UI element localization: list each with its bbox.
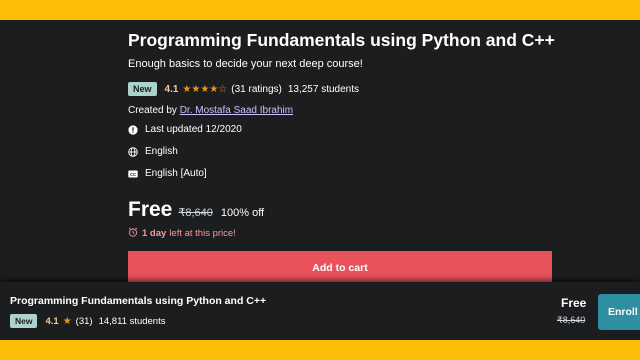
sticky-rating-row: New 4.1 ★ (31) 14,811 students: [10, 314, 165, 328]
sticky-purchase-bar: Programming Fundamentals using Python an…: [0, 282, 640, 340]
star-icon: ★: [200, 83, 210, 95]
rating-value: 4.1: [164, 83, 179, 95]
language-text: English: [145, 146, 178, 157]
original-price: ₹8,640: [178, 207, 213, 219]
price-row: Free ₹8,640 100% off: [128, 198, 264, 222]
star-icon: ★: [62, 315, 72, 327]
instructor-link[interactable]: Dr. Mostafa Saad Ibrahim: [180, 105, 293, 116]
captions-text: English [Auto]: [145, 168, 207, 179]
sticky-ratings-count: (31): [75, 315, 93, 327]
last-updated-row: Last updated 12/2020: [128, 124, 242, 135]
star-outline-icon: ☆: [218, 83, 228, 95]
sticky-original-price: ₹8,640: [557, 315, 586, 325]
star-icon: ★: [209, 83, 219, 95]
discount-percent: 100% off: [220, 207, 265, 219]
sticky-current-price: Free: [561, 296, 587, 310]
sticky-new-badge: New: [10, 314, 38, 328]
course-subtitle: Enough basics to decide your next deep c…: [128, 58, 363, 70]
created-by-label: Created by: [128, 105, 177, 116]
sticky-student-count: 14,811 students: [98, 315, 166, 327]
rating-row: New 4.1 ★★★★☆ (31 ratings) 13,257 studen…: [128, 82, 359, 96]
alarm-clock-icon: [128, 227, 138, 240]
new-badge: New: [128, 82, 157, 96]
deadline-text: left at this price!: [169, 228, 236, 239]
current-price: Free: [128, 198, 173, 221]
captions-row: CC English [Auto]: [128, 168, 207, 179]
course-title: Programming Fundamentals using Python an…: [128, 30, 555, 50]
price-deadline: 1 day left at this price!: [128, 227, 236, 240]
star-icon: ★: [191, 83, 201, 95]
sticky-rating-value: 4.1: [45, 315, 59, 327]
alert-circle-icon: [128, 124, 138, 135]
language-row: English: [128, 146, 178, 157]
created-by: Created by Dr. Mostafa Saad Ibrahim: [128, 105, 293, 116]
course-landing-screen: Programming Fundamentals using Python an…: [0, 20, 640, 340]
svg-text:CC: CC: [130, 171, 136, 176]
last-updated-text: Last updated 12/2020: [145, 124, 242, 135]
deadline-time: 1 day: [142, 228, 167, 239]
closed-captions-icon: CC: [128, 169, 138, 179]
star-rating: ★★★★☆: [182, 84, 227, 95]
globe-icon: [128, 146, 138, 157]
add-to-cart-button[interactable]: Add to cart: [128, 251, 552, 285]
enroll-now-button[interactable]: Enroll n: [598, 294, 640, 330]
sticky-course-title: Programming Fundamentals using Python an…: [10, 295, 267, 307]
student-count: 13,257 students: [287, 83, 360, 95]
ratings-count[interactable]: (31 ratings): [231, 84, 282, 95]
